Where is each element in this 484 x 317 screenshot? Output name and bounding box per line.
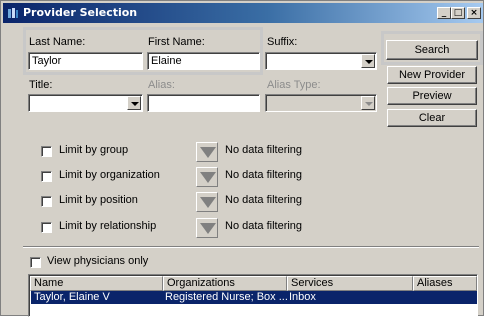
suffix-dropdown[interactable]: [265, 52, 377, 70]
alias-type-label: Alias Type:: [267, 79, 321, 91]
filter-position-button[interactable]: [196, 192, 218, 212]
filter-organization-button[interactable]: [196, 167, 218, 187]
column-header-services[interactable]: Services: [287, 276, 413, 291]
last-name-label: Last Name:: [29, 36, 86, 48]
last-name-field[interactable]: Taylor: [28, 52, 143, 70]
limit-by-organization-label: Limit by organization: [59, 169, 160, 181]
results-list[interactable]: Name Organizations Services Aliases Tayl…: [28, 274, 478, 317]
alias-field[interactable]: [147, 94, 260, 112]
funnel-icon: [200, 172, 216, 183]
limit-by-relationship-checkbox[interactable]: [41, 222, 52, 233]
provider-people-icon: [8, 8, 18, 18]
funnel-icon: [200, 147, 216, 158]
close-button[interactable]: ×: [467, 7, 481, 19]
suffix-label: Suffix:: [267, 36, 298, 48]
maximize-button[interactable]: □: [451, 7, 465, 19]
section-divider: [23, 246, 479, 248]
filter-relationship-button[interactable]: [196, 218, 218, 238]
first-name-label: First Name:: [148, 36, 205, 48]
alias-type-dropdown: [265, 94, 377, 112]
limit-by-position-label: Limit by position: [59, 194, 138, 206]
row-services-cell: Inbox: [289, 291, 316, 303]
limit-by-position-checkbox[interactable]: [41, 196, 52, 207]
window-title: Provider Selection: [23, 6, 138, 19]
column-header-organizations[interactable]: Organizations: [163, 276, 287, 291]
title-dropdown[interactable]: [28, 94, 143, 112]
chevron-down-icon[interactable]: [361, 54, 375, 68]
minimize-button[interactable]: _: [437, 7, 451, 19]
first-name-field[interactable]: Elaine: [147, 52, 260, 70]
limit-by-relationship-label: Limit by relationship: [59, 220, 157, 232]
funnel-icon: [200, 223, 216, 234]
column-header-aliases[interactable]: Aliases: [413, 276, 477, 291]
limit-by-group-checkbox[interactable]: [41, 146, 52, 157]
organization-filter-status: No data filtering: [225, 169, 303, 181]
relationship-filter-status: No data filtering: [225, 220, 303, 232]
clear-button[interactable]: Clear: [387, 109, 477, 127]
search-button[interactable]: Search: [386, 40, 478, 60]
row-organizations-cell: Registered Nurse; Box ...: [165, 291, 287, 303]
column-header-name[interactable]: Name: [30, 276, 163, 291]
title-label: Title:: [29, 79, 53, 91]
chevron-down-icon[interactable]: [127, 96, 141, 110]
alias-label: Alias:: [148, 79, 175, 91]
chevron-down-icon: [361, 96, 375, 110]
title-bar[interactable]: Provider Selection _ □ ×: [3, 3, 483, 23]
provider-selection-window: Provider Selection _ □ × Last Name: Firs…: [0, 0, 484, 317]
row-name-cell: Taylor, Elaine V: [34, 291, 110, 303]
view-physicians-only-checkbox[interactable]: [30, 257, 41, 268]
filter-group-button[interactable]: [196, 142, 218, 162]
group-filter-status: No data filtering: [225, 144, 303, 156]
preview-button[interactable]: Preview: [387, 87, 477, 105]
limit-by-group-label: Limit by group: [59, 144, 129, 156]
funnel-icon: [200, 197, 216, 208]
new-provider-button[interactable]: New Provider: [387, 66, 477, 84]
limit-by-organization-checkbox[interactable]: [41, 171, 52, 182]
table-row[interactable]: Taylor, Elaine V Registered Nurse; Box .…: [31, 291, 477, 304]
view-physicians-only-label: View physicians only: [47, 255, 149, 267]
position-filter-status: No data filtering: [225, 194, 303, 206]
